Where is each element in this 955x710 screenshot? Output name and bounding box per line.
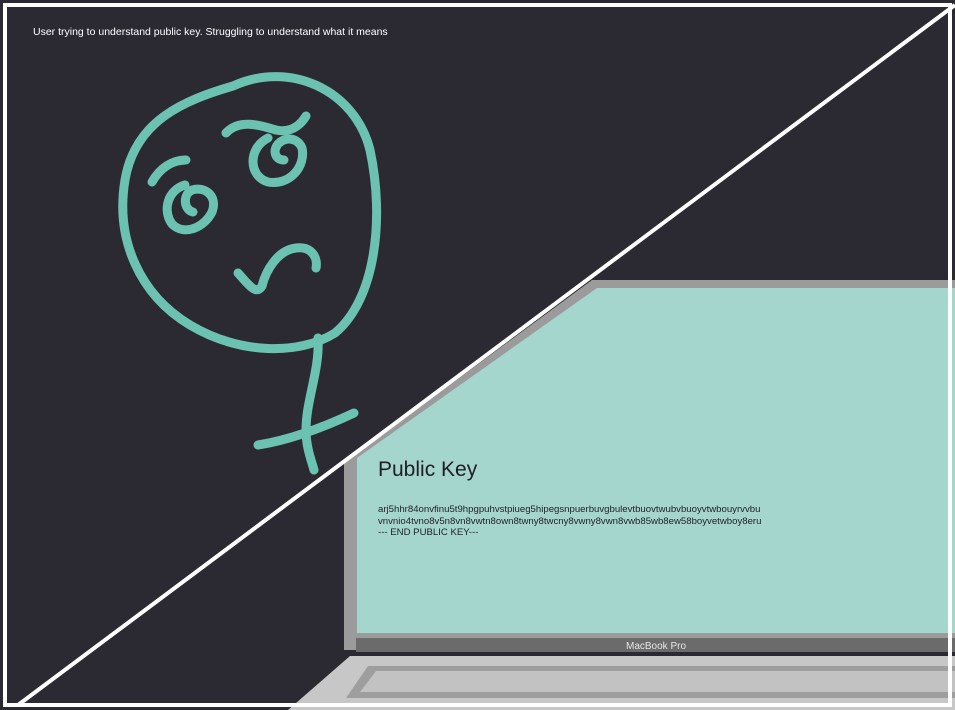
key-end-marker: --- END PUBLIC KEY---	[378, 527, 479, 538]
panel-caption: User trying to understand public key. St…	[33, 26, 388, 38]
figure-left-eyebrow	[147, 155, 191, 187]
comic-artwork	[3, 3, 955, 710]
comic-panel: User trying to understand public key. St…	[0, 0, 955, 710]
figure-left-eye	[162, 180, 218, 235]
key-line: vnvnio4tvno8v5n8vn8vwtn8own8twny8twcny8v…	[378, 515, 762, 527]
figure-right-eyebrow	[221, 111, 311, 138]
figure-head	[118, 72, 382, 354]
confused-stick-figure-icon	[118, 72, 382, 475]
public-key-text: arj5hhr84onvfinu5t9hpgpuhvstpiueg5hipegs…	[378, 504, 923, 539]
figure-body	[301, 333, 323, 475]
figure-mouth	[233, 243, 321, 295]
key-line: arj5hhr84onvfinu5t9hpgpuhvstpiueg5hipegs…	[378, 504, 761, 515]
laptop-keyboard-inner	[360, 671, 955, 692]
screen-title: Public Key	[378, 458, 478, 481]
figure-right-eye	[248, 133, 308, 187]
laptop-brand-label: MacBook Pro	[625, 641, 687, 652]
